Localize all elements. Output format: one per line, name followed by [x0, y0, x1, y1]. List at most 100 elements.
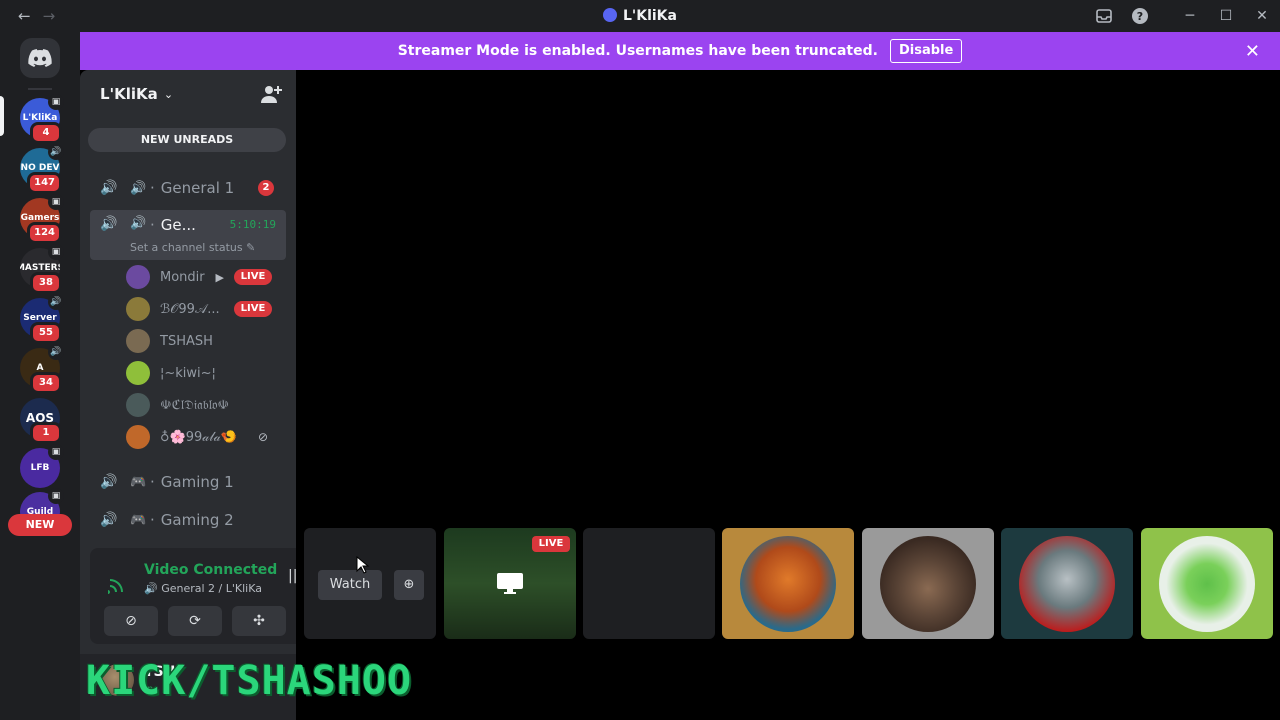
speaker-icon: 🔊: [100, 512, 118, 528]
forward-icon[interactable]: →: [43, 7, 56, 25]
mic-muted-icon: ⊘: [257, 430, 268, 444]
live-badge: LIVE: [234, 269, 272, 285]
mention-badge: 2: [258, 180, 274, 196]
maximize-icon[interactable]: ☐: [1208, 0, 1244, 32]
streamer-mode-banner: Streamer Mode is enabled. Usernames have…: [80, 32, 1280, 70]
speaker-icon: 🔊: [100, 216, 118, 232]
inbox-icon[interactable]: [1086, 0, 1122, 32]
voice-user-name: TSHASH: [160, 333, 213, 349]
disable-button[interactable]: Disable: [889, 39, 963, 63]
nav-buttons: ← →: [18, 7, 55, 25]
separator-dot: ·: [150, 473, 155, 491]
participant-tile[interactable]: [862, 528, 994, 639]
speaker-icon: 🔊: [100, 180, 118, 196]
voice-user[interactable]: TSHASH: [126, 326, 276, 356]
channel-general-1[interactable]: 🔊 🔊 · General 1 2: [90, 172, 286, 204]
back-icon[interactable]: ←: [18, 7, 31, 25]
video-icon: ▣: [48, 444, 64, 460]
screen-icon: [497, 573, 523, 594]
guild-item[interactable]: Gamers ▣ 124: [20, 194, 64, 244]
activities-button[interactable]: ✣: [232, 606, 286, 636]
avatar: [126, 265, 150, 289]
participant-tile[interactable]: [1001, 528, 1133, 639]
voice-status-subtitle[interactable]: 🔊 General 2 / L'KliKa: [144, 582, 262, 595]
voice-user[interactable]: ☫ℭ𝔩𝔇𝔦𝔞𝔟𝔩𝔬☫: [126, 390, 276, 420]
call-timer: 5:10:19: [229, 218, 276, 231]
discord-home-button[interactable]: [20, 38, 60, 78]
video-icon: ▣: [48, 194, 64, 210]
selected-pill: [0, 96, 4, 136]
guild-badge: 55: [30, 322, 62, 344]
server-icon: [603, 8, 618, 22]
server-header[interactable]: L'KliKa ⌄: [80, 70, 296, 118]
guild-badge: 124: [27, 222, 62, 244]
voice-user[interactable]: ℬ𝒪99𝒜... LIVE: [126, 294, 276, 324]
voice-user[interactable]: ♁🌸99𝒶𝓁𝒶🍤 ⊘: [126, 422, 276, 452]
guild-item[interactable]: L'KliKa ▣ 4: [20, 94, 64, 144]
speaker-icon: 🔊: [144, 582, 158, 595]
separator-dot: ·: [150, 216, 155, 234]
channel-name: Ge...: [160, 216, 196, 234]
channel-status[interactable]: Set a channel status ✎: [130, 241, 255, 254]
channel-overlay-text: KICK/TSHASHOO: [86, 658, 413, 704]
guild-item[interactable]: MASTERS ▣ 38: [20, 244, 64, 294]
participant-tile[interactable]: [583, 528, 715, 639]
guild-badge: 1: [30, 422, 62, 444]
participant-tile[interactable]: [722, 528, 854, 639]
camera-off-button[interactable]: ⊘: [104, 606, 158, 636]
add-stream-icon[interactable]: ⊕: [394, 570, 424, 600]
channel-gaming-1[interactable]: 🔊 🎮 · Gaming 1: [90, 466, 286, 498]
video-icon: ▣: [48, 94, 64, 110]
guild-badge: 38: [30, 272, 62, 294]
close-icon[interactable]: ✕: [1244, 0, 1280, 32]
voice-user-name: Mondir: [160, 269, 205, 285]
guild-item[interactable]: LFB ▣: [20, 444, 64, 488]
channel-name: Gaming 1: [160, 473, 234, 491]
guild-badge: 147: [27, 172, 62, 194]
call-stage: Watch ⊕ LIVE: [296, 70, 1280, 720]
voice-status-title[interactable]: Video Connected: [144, 562, 277, 578]
banner-text: Streamer Mode is enabled. Usernames have…: [397, 43, 878, 59]
mouse-cursor-icon: [356, 556, 370, 574]
live-stream-tile[interactable]: LIVE: [444, 528, 576, 639]
avatar: [126, 361, 150, 385]
voice-user[interactable]: Mondir ▶ LIVE: [126, 262, 276, 292]
live-badge: LIVE: [532, 536, 570, 552]
watch-button[interactable]: Watch: [318, 570, 382, 600]
video-camera-icon: ▶: [215, 270, 224, 284]
guild-item[interactable]: NO DEV 🔊 147: [20, 144, 64, 194]
stream-preview-tile[interactable]: Watch ⊕: [304, 528, 436, 639]
minimize-icon[interactable]: ─: [1172, 0, 1208, 32]
close-icon[interactable]: ✕: [1245, 41, 1260, 62]
guild-badge: 4: [30, 122, 62, 144]
server-name: L'KliKa: [100, 85, 158, 103]
channel-gaming-2[interactable]: 🔊 🎮 · Gaming 2: [90, 504, 286, 536]
channel-name: General 1: [160, 179, 235, 197]
guild-item[interactable]: AOS 1: [20, 398, 62, 444]
share-screen-button[interactable]: ⟳: [168, 606, 222, 636]
title-bar: ← → L'KliKa ? ─ ☐ ✕: [0, 0, 1280, 32]
speaker-icon: 🔊: [48, 294, 64, 310]
channel-general-2[interactable]: 🔊 🔊 · Ge... 5:10:19 Set a channel status…: [90, 210, 286, 260]
help-icon[interactable]: ?: [1122, 0, 1158, 32]
guild-item[interactable]: A 🔊 34: [20, 344, 64, 394]
window-title-text: L'KliKa: [623, 8, 677, 24]
voice-user-name: ♁🌸99𝒶𝓁𝒶🍤: [160, 429, 238, 445]
voice-user[interactable]: ¦~kiwi~¦: [126, 358, 276, 388]
voice-channel-icon: 🔊: [130, 216, 147, 231]
gamepad-icon: 🎮: [130, 512, 147, 528]
participant-avatar: [880, 535, 976, 632]
new-unreads-pill[interactable]: NEW UNREADS: [88, 128, 286, 152]
activities-icon: ✣: [253, 613, 265, 629]
guild-badge: 34: [30, 372, 62, 394]
svg-text:?: ?: [1137, 10, 1143, 23]
channel-status-text: Set a channel status: [130, 241, 243, 254]
invite-people-icon[interactable]: [260, 84, 282, 104]
guild-item[interactable]: Server 🔊 55: [20, 294, 64, 344]
new-unreads-button[interactable]: NEW: [8, 514, 72, 536]
participant-avatar: [1019, 535, 1115, 632]
window-controls: ? ─ ☐ ✕: [1086, 0, 1280, 32]
avatar: [126, 329, 150, 353]
participant-tile[interactable]: [1141, 528, 1273, 639]
discord-logo-icon: [28, 49, 52, 67]
